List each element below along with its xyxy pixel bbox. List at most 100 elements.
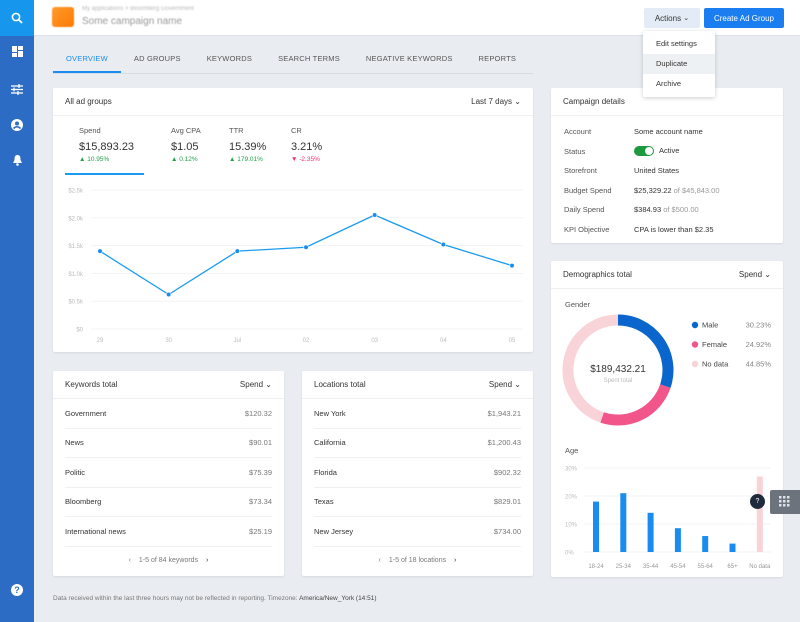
legend-value: 24.92% [746, 340, 772, 349]
detail-row: Status Active [551, 142, 783, 162]
row-value: $1,943.21 [487, 408, 521, 418]
stat-avg-cpa[interactable]: Avg CPA $1.05 ▲ 0.12% [171, 126, 201, 163]
table-row[interactable]: New York $1,943.21 [314, 399, 521, 429]
bar-45-54[interactable] [674, 528, 681, 552]
pager-label: 1-5 of 18 locations [388, 557, 447, 564]
donut-total-label: Spent total [604, 378, 633, 384]
row-value: $902.32 [493, 467, 521, 477]
bell-icon [12, 155, 22, 166]
settings-button[interactable] [0, 84, 34, 95]
x-tick-label: 55-64 [698, 564, 714, 570]
menu-item-edit-settings[interactable]: Edit settings [643, 34, 715, 54]
table-row[interactable]: Bloomberg $73.34 [65, 488, 272, 517]
row-label: News [65, 438, 84, 448]
stat-cr[interactable]: CR 3.21% ▼ -2.35% [291, 126, 322, 163]
keywords-card: Keywords total Spend ⌄ Government $120.32 N… [53, 371, 284, 576]
tab-search-terms[interactable]: SEARCH TERMS [265, 46, 353, 73]
menu-item-archive[interactable]: Archive [643, 74, 715, 94]
x-tick-label: 03 [371, 338, 378, 344]
table-row[interactable]: New Jersey $734.00 [314, 517, 521, 547]
keywords-pager: ‹ 1-5 of 84 keywords › [53, 547, 284, 575]
detail-label: Account [564, 127, 592, 137]
sort-label: Spend [488, 380, 513, 389]
tab-reports[interactable]: REPORTS [466, 46, 530, 73]
donut-total: $189,432.21 [590, 364, 646, 375]
account-button[interactable] [0, 119, 34, 131]
footer-note: Data received within the last three hour… [53, 595, 377, 602]
tab-negative-keywords[interactable]: NEGATIVE KEYWORDS [353, 46, 466, 73]
bar-no-data[interactable] [756, 476, 763, 552]
table-row[interactable]: International news $25.19 [65, 517, 272, 547]
data-point[interactable] [97, 248, 103, 254]
widget-launcher[interactable] [770, 490, 800, 514]
arrow-up-icon: ▲ [171, 156, 178, 163]
detail-value: Some account name [634, 127, 703, 137]
table-row[interactable]: Florida $902.32 [314, 458, 521, 488]
data-point[interactable] [166, 291, 172, 298]
data-point[interactable] [509, 263, 515, 269]
stat-ttr[interactable]: TTR 15.39% ▲ 179.01% [229, 126, 266, 163]
prev-page-button[interactable]: ‹ [379, 557, 381, 564]
bar-18-24[interactable] [593, 501, 599, 552]
row-label: Bloomberg [65, 497, 102, 507]
actions-menu: Edit settings Duplicate Archive [643, 31, 715, 97]
row-label: Government [65, 408, 107, 418]
row-label: New Jersey [314, 526, 354, 536]
next-page-button[interactable]: › [206, 557, 208, 564]
card-title: Keywords total [65, 380, 118, 389]
search-button[interactable] [0, 0, 34, 36]
table-row[interactable]: California $1,200.43 [314, 429, 521, 458]
table-row[interactable]: Politic $75.39 [65, 458, 272, 488]
actions-label: Actions [654, 13, 682, 23]
x-tick-label: 25-34 [616, 564, 632, 570]
prev-page-button[interactable]: ‹ [129, 557, 131, 564]
detail-value: Active [659, 146, 680, 156]
stat-spend[interactable]: Spend $15,893.23 ▲ 10.95% [79, 126, 134, 163]
status-toggle[interactable] [634, 146, 654, 157]
actions-button[interactable]: Actions ⌄ [644, 8, 700, 28]
next-page-button[interactable]: › [454, 557, 456, 564]
date-range-select[interactable]: Last 7 days ⌄ [471, 97, 521, 106]
notifications-button[interactable] [0, 154, 34, 166]
breadcrumb-item[interactable]: My applications [82, 6, 123, 12]
detail-extra: of $45,843.00 [673, 185, 720, 195]
breadcrumb-item[interactable]: Bloomberg Government [130, 6, 194, 12]
stat-label: Spend [79, 126, 101, 135]
table-row[interactable]: Government $120.32 [65, 399, 272, 429]
bar-55-64[interactable] [702, 536, 709, 552]
data-point[interactable] [234, 248, 240, 254]
tab-overview[interactable]: OVERVIEW [53, 46, 121, 73]
data-point[interactable] [303, 244, 309, 250]
help-button[interactable]: ? [0, 584, 34, 596]
x-tick-label: 04 [440, 338, 447, 344]
stat-value: $1.05 [171, 141, 199, 153]
stat-label: Avg CPA [171, 126, 201, 135]
sort-select[interactable]: Spend ⌄ [739, 270, 771, 279]
bar-25-34[interactable] [620, 493, 627, 552]
data-point[interactable] [372, 212, 378, 218]
sort-select[interactable]: Spend ⌄ [240, 380, 272, 389]
dashboard-button[interactable] [0, 46, 34, 57]
menu-item-duplicate[interactable]: Duplicate [643, 54, 715, 74]
table-row[interactable]: News $90.01 [65, 429, 272, 458]
donut-slice-female[interactable] [600, 384, 671, 426]
help-bubble-icon[interactable]: ? [750, 494, 765, 509]
date-range-label: Last 7 days [471, 97, 513, 106]
data-point[interactable] [440, 241, 446, 248]
row-value: $25.19 [249, 526, 272, 536]
donut-slice-male[interactable] [617, 314, 674, 388]
locations-card: Locations total Spend ⌄ New York $1,943.21… [302, 371, 533, 576]
y-tick-label: 10% [565, 523, 578, 529]
sort-select[interactable]: Spend ⌄ [489, 380, 521, 389]
bar-35-44[interactable] [647, 512, 654, 552]
table-row[interactable]: Texas $829.01 [314, 488, 521, 517]
y-tick-label: $1.0k [68, 272, 84, 278]
tab-keywords[interactable]: KEYWORDS [194, 46, 265, 73]
tab-ad-groups[interactable]: AD GROUPS [121, 46, 194, 73]
bar-65+[interactable] [729, 543, 736, 552]
stat-delta: 0.12% [179, 156, 198, 163]
row-value: $1,200.43 [487, 438, 521, 448]
x-tick-label: 29 [97, 338, 104, 344]
create-ad-group-button[interactable]: Create Ad Group [704, 8, 784, 28]
sort-label: Spend [738, 270, 763, 279]
